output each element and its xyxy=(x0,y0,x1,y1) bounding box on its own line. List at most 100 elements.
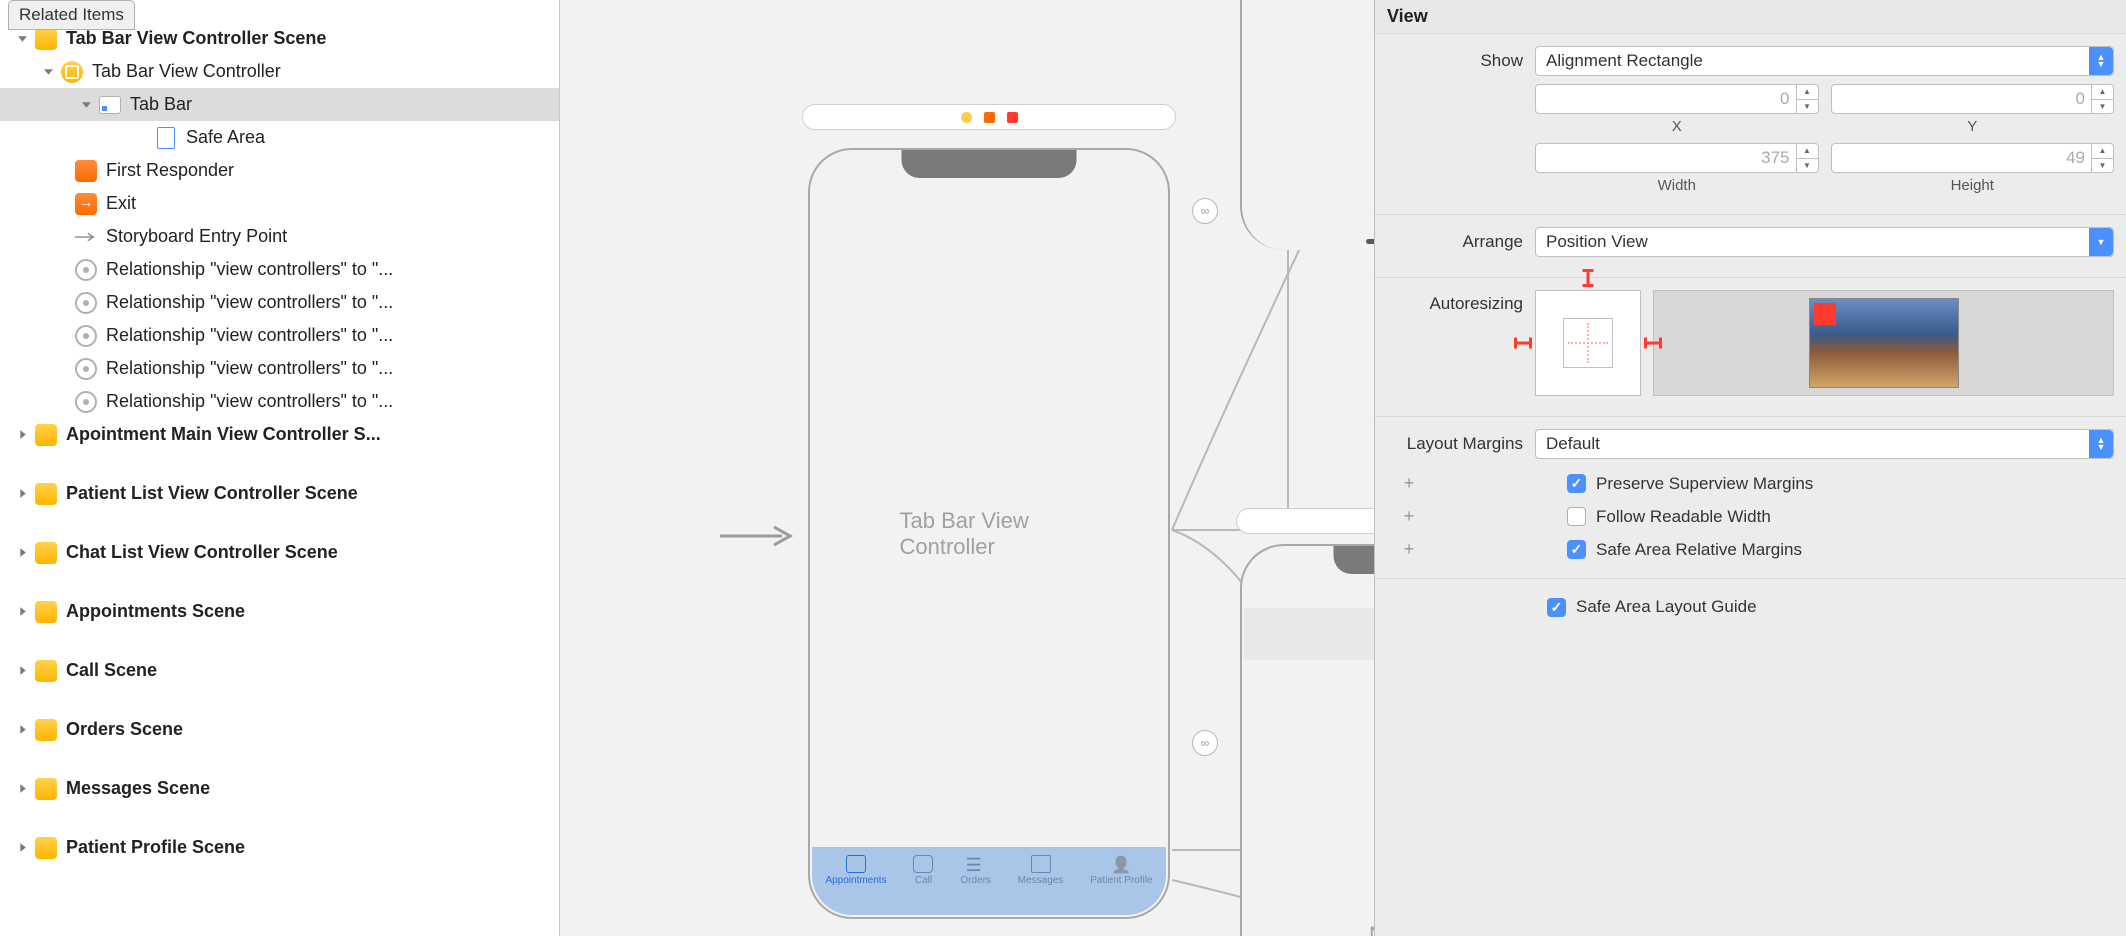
disclosure-right-icon[interactable] xyxy=(14,604,30,620)
disclosure-down-icon[interactable] xyxy=(78,97,94,113)
autoresize-preview xyxy=(1653,290,2114,396)
safearea-guide-checkbox[interactable] xyxy=(1547,598,1566,617)
tree-vc[interactable]: Tab Bar View Controller xyxy=(0,55,559,88)
tree-label: Relationship "view controllers" to "... xyxy=(106,325,393,346)
scene-title: Messages Scene xyxy=(66,778,210,799)
disclosure-down-icon[interactable] xyxy=(14,31,30,47)
tree-first-responder[interactable]: First Responder xyxy=(0,154,559,187)
tree-tabbar[interactable]: Tab Bar xyxy=(0,88,559,121)
disclosure-right-icon[interactable] xyxy=(14,427,30,443)
tree-safearea[interactable]: Safe Area xyxy=(0,121,559,154)
segue-badge-icon[interactable]: ∞ xyxy=(1192,730,1218,756)
y-label: Y xyxy=(1967,118,1977,135)
segue-badge-icon[interactable]: ∞ xyxy=(1192,198,1218,224)
scene-row[interactable]: Messages Scene xyxy=(0,772,559,805)
disclosure-down-icon[interactable] xyxy=(40,64,56,80)
scene-row[interactable]: Chat List View Controller Scene xyxy=(0,536,559,569)
y-field[interactable]: 0▲▼ xyxy=(1831,84,2115,114)
scene-row[interactable]: Apointment Main View Controller S... xyxy=(0,418,559,451)
stepper[interactable]: ▲▼ xyxy=(2091,85,2113,113)
tab-item-orders[interactable]: Orders xyxy=(960,855,991,886)
disclosure-right-icon[interactable] xyxy=(14,840,30,856)
scene-row[interactable]: Patient Profile Scene xyxy=(0,831,559,864)
tab-item-profile[interactable]: Patient Profile xyxy=(1090,855,1152,886)
dropdown-value: Alignment Rectangle xyxy=(1546,51,1703,71)
appointments-vc-frame[interactable]: Appointments xyxy=(1240,0,1374,250)
checkbox-label: Safe Area Layout Guide xyxy=(1576,597,1757,617)
vc-center-label: Tab Bar View Controller xyxy=(900,508,1079,560)
disclosure-right-icon[interactable] xyxy=(14,663,30,679)
autoresize-label: Autoresizing xyxy=(1387,290,1535,314)
readable-width-checkbox[interactable] xyxy=(1567,507,1586,526)
list-icon xyxy=(966,855,986,873)
width-field[interactable]: 375 ▲▼ xyxy=(1535,143,1819,173)
tab-bar[interactable]: Appointments Call Orders Messages Patien… xyxy=(812,847,1166,915)
related-items-tab[interactable]: Related Items xyxy=(8,0,135,30)
disclosure-right-icon[interactable] xyxy=(14,486,30,502)
tab-label: Orders xyxy=(960,875,991,886)
disclosure-right-icon[interactable] xyxy=(14,781,30,797)
tab-label: Appointments xyxy=(825,875,886,886)
storyboard-canvas[interactable]: Tab Bar View Controller Appointments Cal… xyxy=(560,0,1374,936)
field-value: 375 xyxy=(1761,148,1789,168)
arrange-dropdown[interactable]: Position View ▼ xyxy=(1535,227,2114,257)
tree-relationship[interactable]: Relationship "view controllers" to "... xyxy=(0,319,559,352)
strut-right[interactable] xyxy=(1644,342,1662,345)
calendar-icon xyxy=(846,855,866,873)
add-button[interactable]: + xyxy=(1399,473,1419,494)
dropdown-value: Default xyxy=(1546,434,1600,454)
tree-label: First Responder xyxy=(106,160,234,181)
tree-relationship[interactable]: Relationship "view controllers" to "... xyxy=(0,286,559,319)
scene-title-bar[interactable]: Call xyxy=(1236,508,1374,534)
autoresizing-control[interactable] xyxy=(1535,290,1641,396)
strut-left[interactable] xyxy=(1514,342,1532,345)
exit-icon xyxy=(1007,112,1018,123)
x-label: X xyxy=(1672,118,1682,135)
disclosure-right-icon[interactable] xyxy=(14,545,30,561)
preview-image xyxy=(1809,298,1959,388)
safearea-margins-checkbox[interactable] xyxy=(1567,540,1586,559)
home-indicator xyxy=(1366,239,1374,244)
h-label: Height xyxy=(1951,177,1994,194)
tree-exit[interactable]: Exit xyxy=(0,187,559,220)
tab-item-call[interactable]: Call xyxy=(913,855,933,886)
tab-label: Call xyxy=(915,875,932,886)
device-notch xyxy=(902,150,1077,178)
scene-row[interactable]: Appointments Scene xyxy=(0,595,559,628)
checkbox-label: Follow Readable Width xyxy=(1596,507,1771,527)
tab-item-appointments[interactable]: Appointments xyxy=(825,855,886,886)
navigation-bar xyxy=(1244,608,1374,660)
inspector-header: View xyxy=(1375,0,2126,34)
add-button[interactable]: + xyxy=(1399,506,1419,527)
tree-relationship[interactable]: Relationship "view controllers" to "... xyxy=(0,253,559,286)
chevron-updown-icon: ▲▼ xyxy=(2089,47,2113,75)
tab-label: Patient Profile xyxy=(1090,875,1152,886)
stepper[interactable]: ▲▼ xyxy=(1796,85,1818,113)
scene-row[interactable]: Patient List View Controller Scene xyxy=(0,477,559,510)
preserve-margins-checkbox[interactable] xyxy=(1567,474,1586,493)
tree-label: Relationship "view controllers" to "... xyxy=(106,358,393,379)
scene-title: Call Scene xyxy=(66,660,157,681)
tab-item-messages[interactable]: Messages xyxy=(1018,855,1064,886)
w-label: Width xyxy=(1658,177,1696,194)
layout-margins-dropdown[interactable]: Default ▲▼ xyxy=(1535,429,2114,459)
disclosure-right-icon[interactable] xyxy=(14,722,30,738)
height-field[interactable]: 49 ▲▼ xyxy=(1831,143,2115,173)
tree-entry-point[interactable]: Storyboard Entry Point xyxy=(0,220,559,253)
scene-row[interactable]: Call Scene xyxy=(0,654,559,687)
tree-relationship[interactable]: Relationship "view controllers" to "... xyxy=(0,385,559,418)
show-dropdown[interactable]: Alignment Rectangle ▲▼ xyxy=(1535,46,2114,76)
tree-relationship[interactable]: Relationship "view controllers" to "... xyxy=(0,352,559,385)
tree-label: Storyboard Entry Point xyxy=(106,226,287,247)
strut-top[interactable] xyxy=(1587,269,1590,287)
field-value: 49 xyxy=(2066,148,2085,168)
scene-title-bar[interactable] xyxy=(802,104,1176,130)
call-vc-frame[interactable]: Navigation xyxy=(1240,544,1374,936)
tabbar-vc-frame[interactable]: Tab Bar View Controller Appointments Cal… xyxy=(808,148,1170,919)
stepper[interactable]: ▲▼ xyxy=(1796,144,1818,172)
add-button[interactable]: + xyxy=(1399,539,1419,560)
stepper[interactable]: ▲▼ xyxy=(2091,144,2113,172)
first-responder-icon xyxy=(984,112,995,123)
scene-row[interactable]: Orders Scene xyxy=(0,713,559,746)
x-field[interactable]: 0▲▼ xyxy=(1535,84,1819,114)
